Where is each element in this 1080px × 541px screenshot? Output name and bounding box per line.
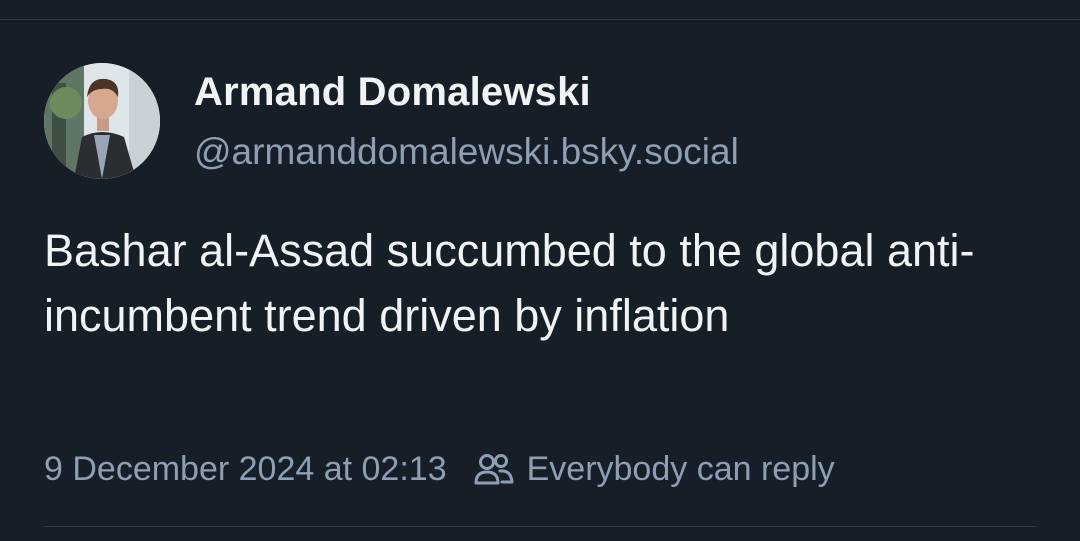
profile-photo-icon	[44, 63, 160, 179]
post-thread-view: Armand Domalewski @armanddomalewski.bsky…	[0, 0, 1080, 541]
post-text: Bashar al-Assad succumbed to the global …	[44, 225, 975, 341]
people-icon	[473, 451, 515, 487]
post-meta: 9 December 2024 at 02:13 Everybody can r…	[44, 447, 835, 491]
author-handle[interactable]: @armanddomalewski.bsky.social	[194, 131, 739, 173]
bottom-divider	[44, 526, 1036, 527]
top-divider	[0, 19, 1080, 20]
author-display-name[interactable]: Armand Domalewski	[194, 70, 591, 115]
reply-setting-label: Everybody can reply	[526, 449, 835, 488]
post-timestamp[interactable]: 9 December 2024 at 02:13	[44, 450, 447, 489]
avatar[interactable]	[44, 63, 160, 179]
